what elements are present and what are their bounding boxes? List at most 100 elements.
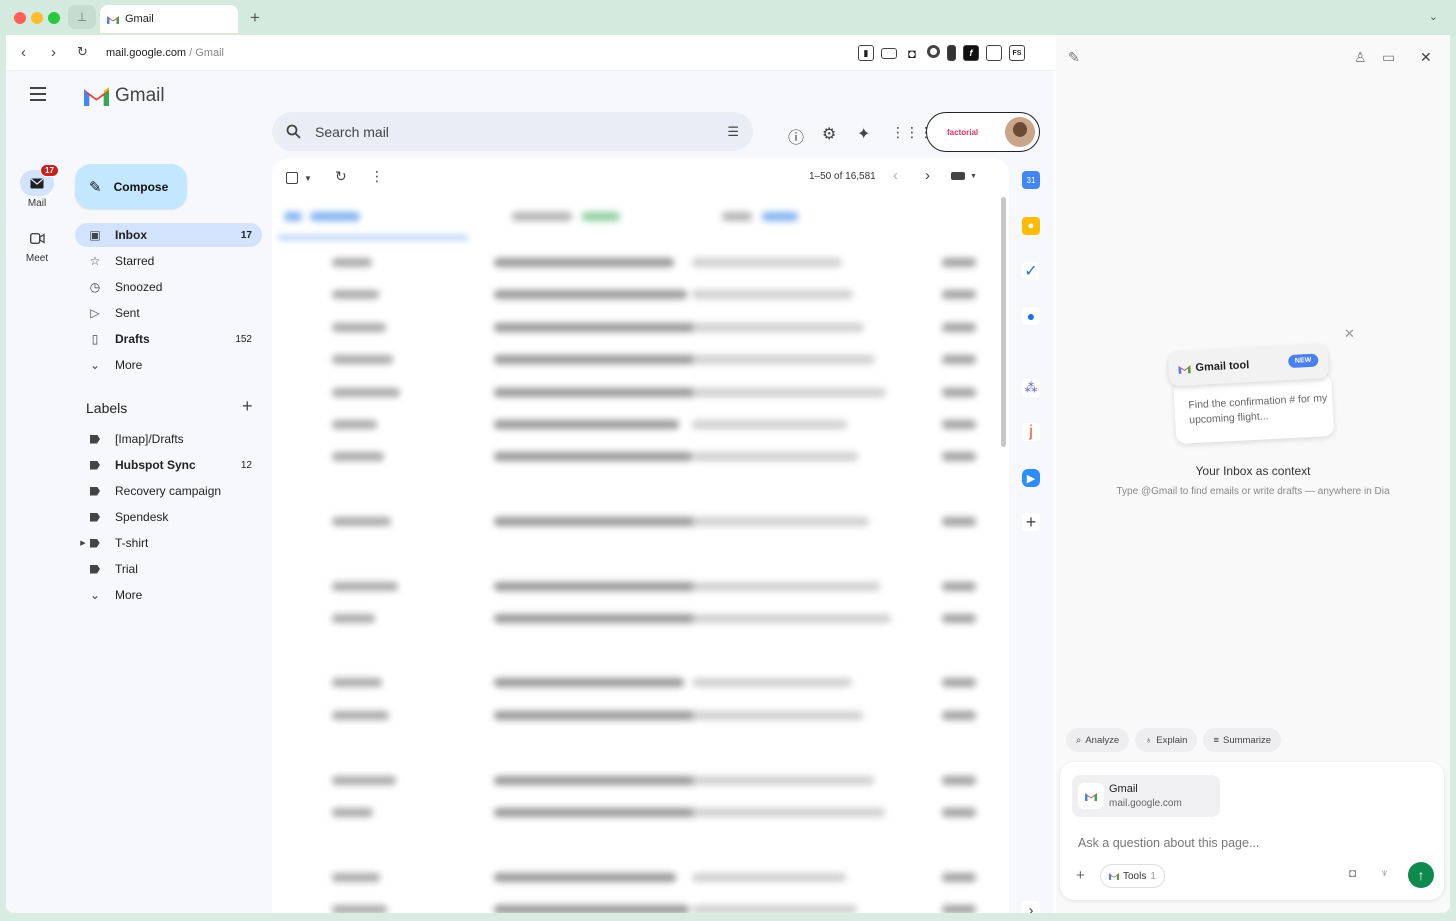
table-row[interactable] — [272, 280, 997, 310]
send-button[interactable]: ↑ — [1408, 862, 1434, 888]
select-dropdown-icon[interactable]: ▼ — [304, 174, 312, 183]
font-icon[interactable]: f — [963, 45, 979, 61]
table-row[interactable] — [272, 507, 997, 537]
profile-icon[interactable]: ♙ — [1354, 49, 1367, 66]
expand-side-panel-icon[interactable]: › — [1022, 901, 1040, 913]
rail-mail[interactable]: 17 Mail — [14, 164, 60, 209]
gmail-logo[interactable]: Gmail — [84, 85, 165, 107]
table-row[interactable] — [272, 863, 997, 893]
explain-chip[interactable]: ♁ Explain — [1135, 728, 1198, 752]
rail-meet[interactable]: Meet — [14, 225, 60, 264]
nav-item-snoozed[interactable]: ◷ Snoozed — [75, 275, 262, 299]
hubspot-icon[interactable]: ϳ — [1022, 423, 1040, 441]
calendar-icon[interactable]: 31 — [1022, 171, 1040, 189]
table-row[interactable] — [272, 798, 997, 828]
pin-icon[interactable]: ⊥ — [68, 5, 96, 29]
search-input[interactable]: Search mail — [315, 124, 389, 140]
table-row[interactable] — [272, 766, 997, 796]
analyze-chip[interactable]: ⌕ Analyze — [1066, 728, 1130, 752]
table-row[interactable] — [272, 248, 997, 278]
keep-icon[interactable]: ● — [1022, 217, 1040, 235]
tab-gmail[interactable]: Gmail — [100, 5, 238, 33]
prev-page-icon[interactable]: ‹ — [893, 167, 898, 184]
more-options-icon[interactable]: ⋮ — [370, 168, 384, 185]
chevron-down-icon[interactable]: ⌄ — [1429, 10, 1438, 23]
blurred-text — [692, 355, 875, 364]
expand-arrow-icon[interactable]: ▶ — [80, 539, 85, 548]
label-trial[interactable]: Trial — [75, 557, 262, 581]
input-tools-dropdown-icon[interactable]: ▼ — [970, 173, 977, 180]
add-label-button[interactable]: + — [242, 396, 253, 417]
tasks-icon[interactable]: ✓ — [1022, 262, 1040, 280]
main-menu-icon[interactable] — [30, 87, 46, 105]
camera-icon[interactable]: ◘ — [904, 45, 920, 61]
nav-item-inbox[interactable]: ▣ Inbox 17 — [75, 223, 262, 247]
help-icon[interactable]: ⓘ — [788, 124, 804, 148]
new-chat-icon[interactable]: ✎ — [1068, 49, 1080, 66]
table-row[interactable] — [272, 604, 997, 634]
fs-icon[interactable]: FS — [1009, 45, 1025, 61]
nav-item-sent[interactable]: ▷ Sent — [75, 301, 262, 325]
account-switcher[interactable]: factorial — [926, 112, 1040, 152]
contacts-icon[interactable]: ● — [1022, 307, 1040, 325]
label-recovery-campaign[interactable]: Recovery campaign — [75, 479, 262, 503]
zoom-window-button[interactable] — [48, 12, 60, 24]
nav-item-drafts[interactable]: ▯ Drafts 152 — [75, 327, 262, 351]
reload-button[interactable]: ↻ — [77, 44, 88, 60]
compose-button[interactable]: ✎ Compose — [75, 164, 187, 209]
gemini-sparkle-icon[interactable]: ✦ — [857, 124, 870, 144]
select-all-checkbox[interactable] — [286, 172, 298, 184]
crop-icon[interactable] — [986, 45, 1002, 61]
gmail-tool-card[interactable]: Gmail tool NEW Find the confirmation # f… — [1167, 344, 1335, 446]
settings-icon[interactable]: ⚙ — [822, 124, 836, 144]
attach-plus-icon[interactable]: + — [1076, 867, 1085, 884]
table-row[interactable] — [272, 313, 997, 343]
scrollbar[interactable] — [1001, 197, 1006, 447]
phone-icon[interactable] — [947, 45, 956, 61]
minimize-window-button[interactable] — [31, 12, 43, 24]
back-button[interactable]: ‹ — [21, 44, 26, 61]
url-field[interactable]: mail.google.com / Gmail — [106, 47, 224, 59]
table-row[interactable] — [272, 442, 997, 472]
ask-input[interactable] — [1078, 836, 1378, 850]
puzzle-icon[interactable] — [927, 45, 940, 58]
table-row[interactable] — [272, 378, 997, 408]
page-context-chip[interactable]: Gmail mail.google.com — [1072, 775, 1220, 817]
teams-icon[interactable]: ⁂ — [1022, 379, 1040, 397]
microphone-icon[interactable]: ♆ — [1380, 866, 1389, 880]
labels-more[interactable]: ⌄ More — [75, 583, 262, 607]
sidebar-layout-icon[interactable]: ▭ — [1382, 49, 1395, 66]
dismiss-card-icon[interactable]: ✕ — [1344, 326, 1355, 342]
forward-button[interactable]: › — [51, 44, 56, 61]
table-row[interactable] — [272, 572, 997, 602]
add-addon-icon[interactable]: + — [1022, 512, 1040, 532]
search-bar[interactable]: Search mail ☰ — [272, 112, 753, 151]
close-panel-icon[interactable]: ✕ — [1420, 49, 1432, 66]
label-imap-drafts[interactable]: [Imap]/Drafts — [75, 427, 262, 451]
nav-item-starred[interactable]: ☆ Starred — [75, 249, 262, 273]
refresh-icon[interactable]: ↻ — [335, 168, 347, 185]
summarize-chip[interactable]: ≡ Summarize — [1203, 728, 1282, 752]
table-row[interactable] — [272, 410, 997, 440]
label-spendesk[interactable]: Spendesk — [75, 505, 262, 529]
password-manager-icon[interactable]: ▮ — [858, 45, 874, 61]
screen-icon[interactable] — [881, 48, 897, 59]
table-row[interactable] — [272, 701, 997, 731]
keyboard-icon[interactable] — [951, 172, 965, 180]
avatar[interactable] — [1005, 117, 1035, 147]
nav-item-more[interactable]: ⌄ More — [75, 353, 262, 377]
zoom-icon[interactable]: ▶ — [1022, 469, 1040, 487]
label-t-shirt[interactable]: ▶ T-shirt — [75, 531, 262, 555]
camera-icon[interactable]: ◘ — [1349, 866, 1356, 880]
table-row[interactable] — [272, 668, 997, 698]
new-tab-button[interactable]: + — [250, 8, 260, 28]
filter-options-icon[interactable]: ☰ — [727, 124, 739, 140]
star-icon: ☆ — [89, 254, 101, 268]
table-row[interactable] — [272, 895, 997, 913]
next-page-icon[interactable]: › — [925, 167, 930, 184]
label-hubspot-sync[interactable]: Hubspot Sync 12 — [75, 453, 262, 477]
chevron-down-icon: ⌄ — [89, 588, 101, 602]
table-row[interactable] — [272, 345, 997, 375]
tools-button[interactable]: Tools 1 — [1100, 864, 1165, 888]
close-window-button[interactable] — [14, 12, 26, 24]
